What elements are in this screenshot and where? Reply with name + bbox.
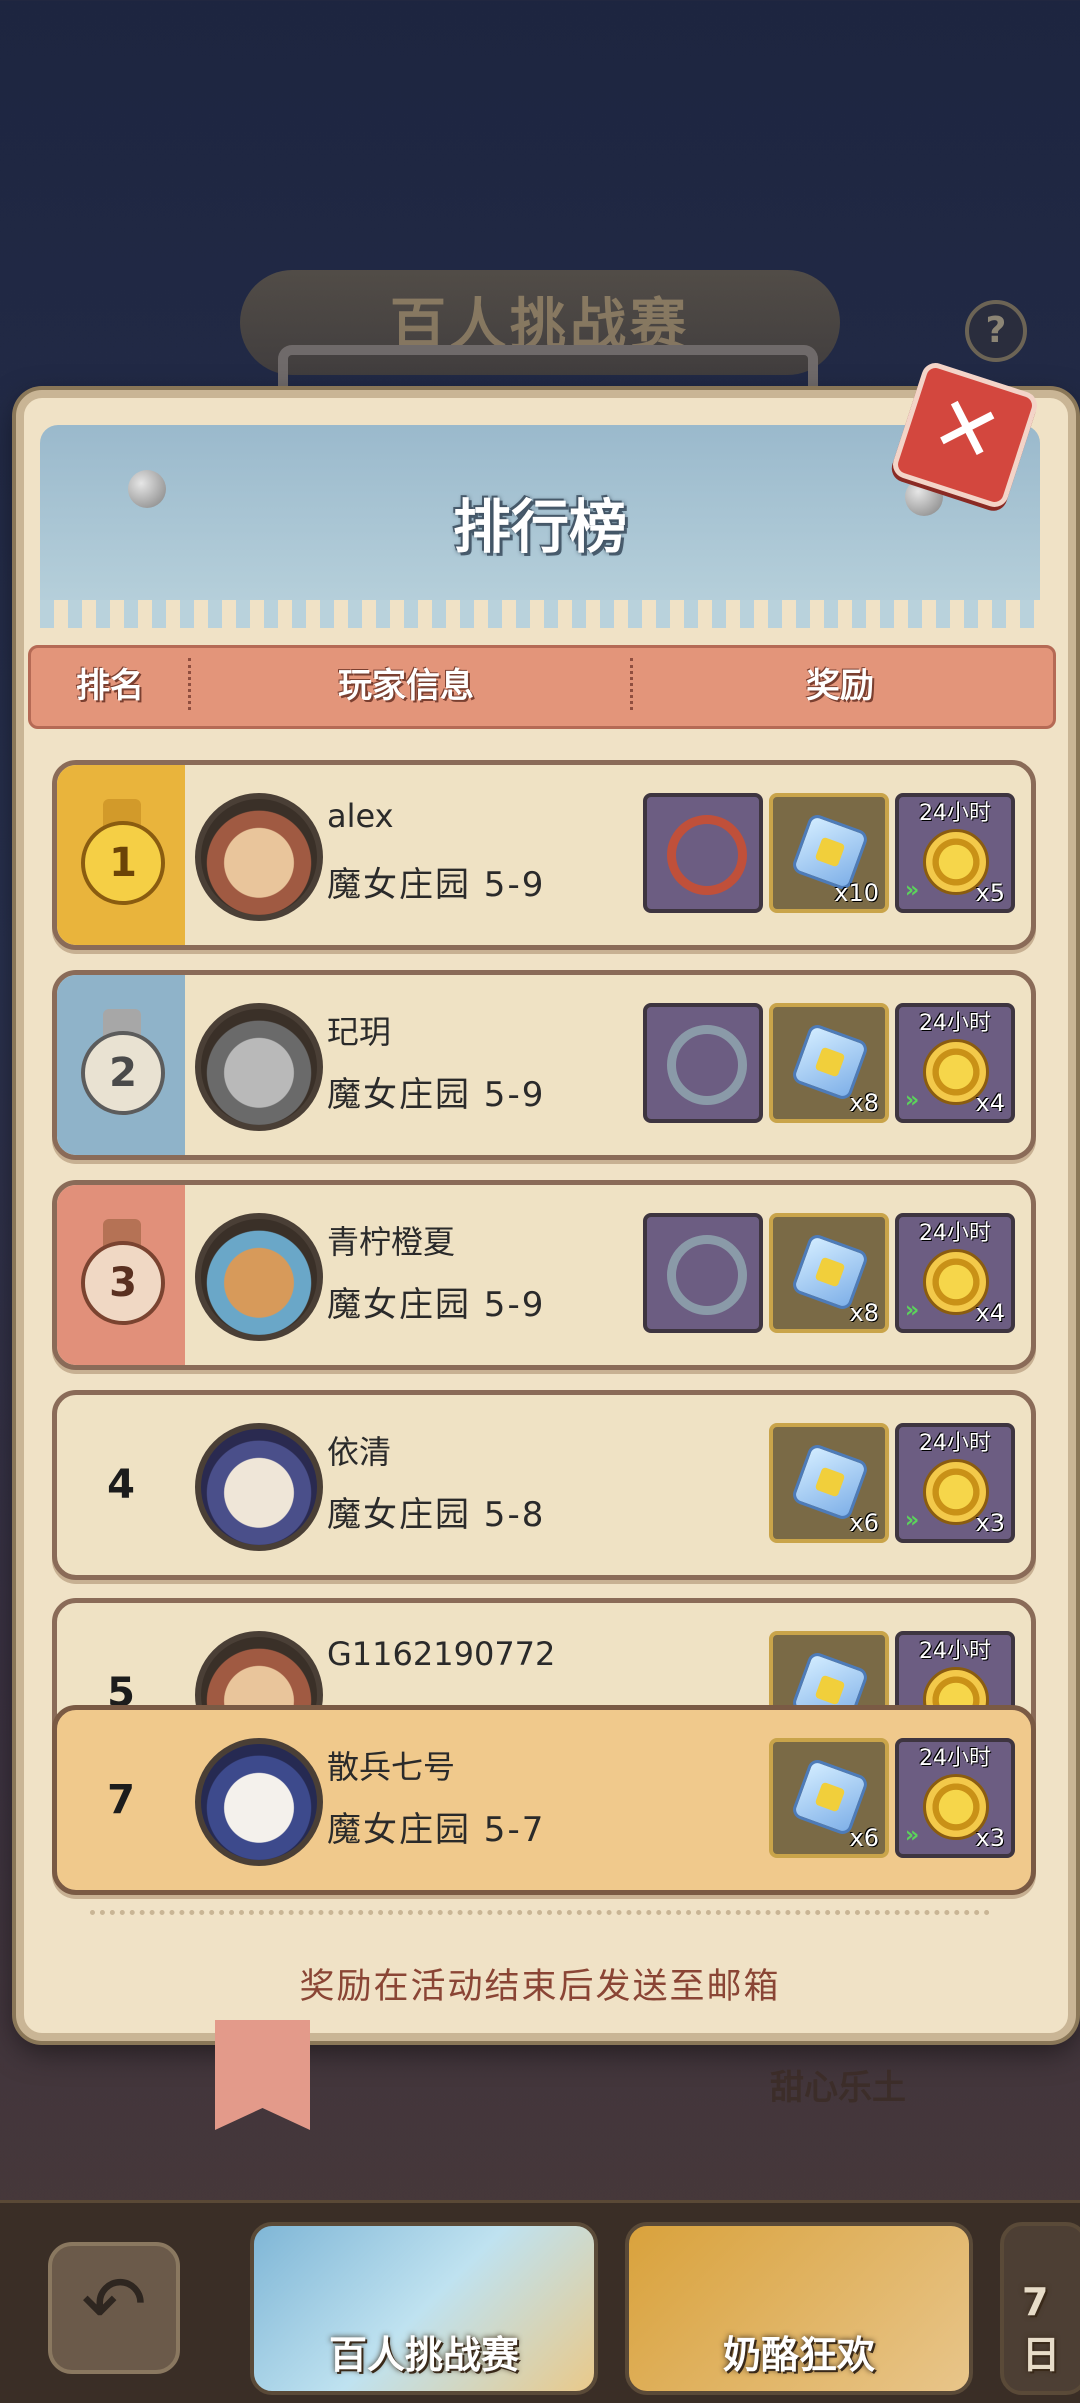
rank-number: 4	[107, 1462, 135, 1508]
frame-reward-icon[interactable]	[643, 1003, 763, 1123]
player-name: alex	[327, 797, 394, 835]
frame-reward-icon[interactable]	[643, 1213, 763, 1333]
tab-hundred-challenge[interactable]: 百人挑战赛	[250, 2222, 598, 2395]
player-name: 玘玥	[327, 1013, 392, 1051]
column-divider	[188, 658, 191, 710]
cube-box-reward-icon[interactable]: x6	[769, 1738, 889, 1858]
player-stage: 魔女庄园 5-9	[327, 865, 546, 905]
player-stage: 魔女庄园 5-9	[327, 1285, 546, 1325]
cube-box-reward-icon[interactable]: x6	[769, 1423, 889, 1543]
player-stage: 魔女庄园 5-7	[327, 1810, 546, 1850]
coin-reward-icon[interactable]: 24小时» x3	[895, 1738, 1015, 1858]
player-name: 青柠橙夏	[327, 1223, 456, 1261]
coin-reward-icon[interactable]: 24小时» x4	[895, 1003, 1015, 1123]
frame-reward-icon[interactable]	[643, 793, 763, 913]
leaderboard-row[interactable]: 2 玘玥 魔女庄园 5-9 x8 24小时» x4	[52, 970, 1036, 1160]
tab-label: 奶酪狂欢	[722, 2333, 875, 2377]
cube-box-reward-icon[interactable]: x10	[769, 793, 889, 913]
column-divider	[630, 658, 633, 710]
player-name: G1162190772	[327, 1635, 556, 1673]
column-rank-label: 排名	[76, 666, 144, 706]
rank-number: 7	[107, 1777, 135, 1823]
tab-cheese-carnival[interactable]: 奶酪狂欢	[625, 2222, 973, 2395]
avatar[interactable]	[195, 1003, 323, 1131]
player-name: 散兵七号	[327, 1748, 456, 1786]
leaderboard-row[interactable]: 1 alex 魔女庄园 5-9 x10 24小时» x5	[52, 760, 1036, 950]
avatar[interactable]	[195, 1213, 323, 1341]
help-button[interactable]: ?	[965, 300, 1027, 362]
avatar[interactable]	[195, 1738, 323, 1866]
cube-box-reward-icon[interactable]: x8	[769, 1003, 889, 1123]
background-ribbon-text: 甜心乐土	[770, 2068, 906, 2108]
player-stage: 魔女庄园 5-9	[327, 1075, 546, 1115]
avatar[interactable]	[195, 793, 323, 921]
bronze-medal-icon: 3	[81, 1219, 165, 1325]
gold-medal-icon: 1	[81, 799, 165, 905]
back-arrow-icon[interactable]: ↶	[48, 2242, 180, 2374]
player-name: 依清	[327, 1433, 392, 1471]
my-rank-row[interactable]: 7 散兵七号 魔女庄园 5-7 x6 24小时» x3	[52, 1705, 1036, 1895]
background-ribbon	[215, 2020, 310, 2130]
panel-title: 排行榜	[452, 493, 627, 561]
column-player-label: 玩家信息	[338, 666, 474, 706]
tab-seven-day[interactable]: 7日	[1000, 2222, 1080, 2395]
tab-label: 7日	[1022, 2280, 1061, 2377]
leaderboard-row[interactable]: 4 依清 魔女庄园 5-8 x6 24小时» x3	[52, 1390, 1036, 1580]
reward-mail-note: 奖励在活动结束后发送至邮箱	[299, 1967, 781, 2007]
column-header	[28, 645, 1056, 729]
avatar[interactable]	[195, 1423, 323, 1551]
panel-header-edge	[40, 600, 1040, 628]
coin-reward-icon[interactable]: 24小时» x4	[895, 1213, 1015, 1333]
cube-box-reward-icon[interactable]: x8	[769, 1213, 889, 1333]
column-reward-label: 奖励	[806, 666, 874, 706]
coin-reward-icon[interactable]: 24小时» x5	[895, 793, 1015, 913]
leaderboard-row[interactable]: 3 青柠橙夏 魔女庄园 5-9 x8 24小时» x4	[52, 1180, 1036, 1370]
footer-divider	[90, 1910, 990, 1915]
coin-reward-icon[interactable]: 24小时» x3	[895, 1423, 1015, 1543]
silver-medal-icon: 2	[81, 1009, 165, 1115]
tab-label: 百人挑战赛	[328, 2333, 519, 2377]
player-stage: 魔女庄园 5-8	[327, 1495, 546, 1535]
